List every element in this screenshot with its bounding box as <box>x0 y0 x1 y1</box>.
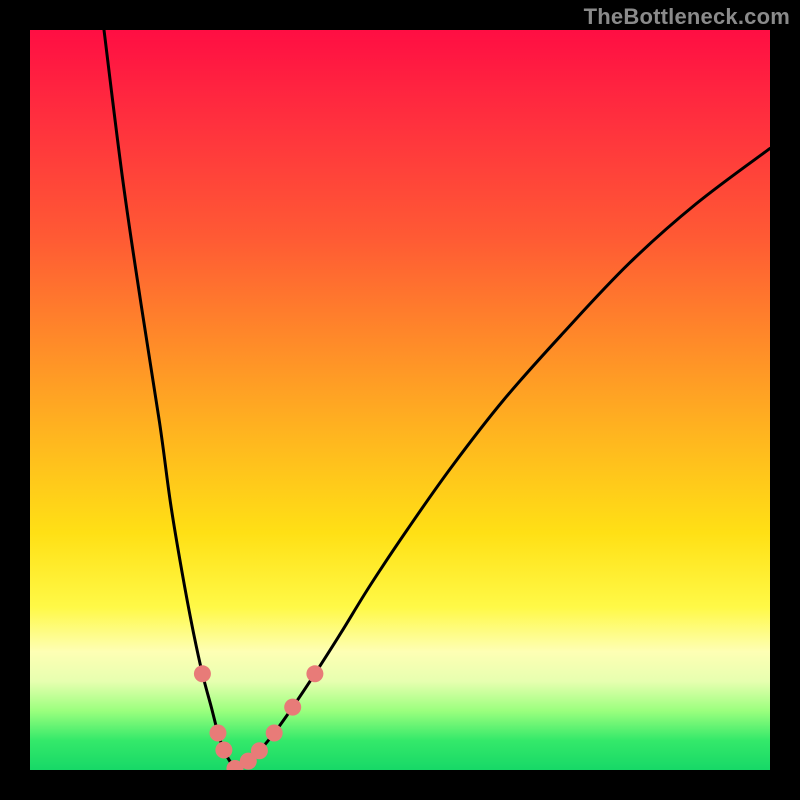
data-point-marker <box>251 742 268 759</box>
data-point-marker <box>284 699 301 716</box>
curve-left-branch <box>104 30 235 769</box>
data-point-marker <box>266 725 283 742</box>
chart-frame: TheBottleneck.com <box>0 0 800 800</box>
data-point-marker <box>215 742 232 759</box>
data-point-marker <box>194 665 211 682</box>
data-point-marker <box>306 665 323 682</box>
data-point-marker <box>209 725 226 742</box>
chart-svg <box>30 30 770 770</box>
watermark-text: TheBottleneck.com <box>584 4 790 30</box>
plot-area <box>30 30 770 770</box>
